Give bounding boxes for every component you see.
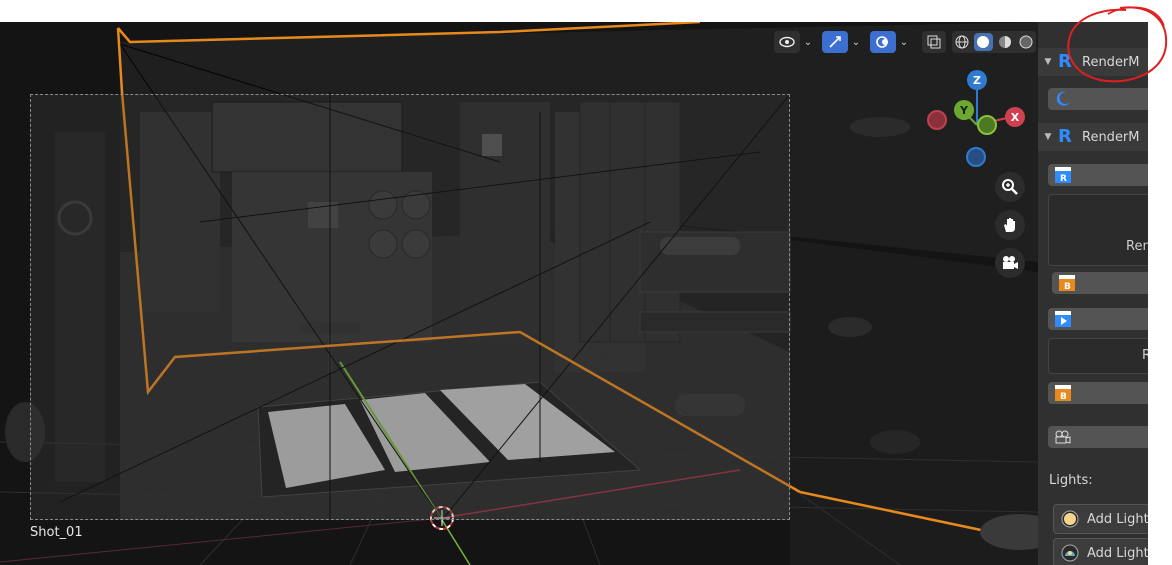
camera-view-icon[interactable]	[995, 248, 1025, 278]
renderman-logo-icon: R	[1058, 126, 1072, 147]
preview-render-button[interactable]	[1048, 308, 1148, 330]
top-white-strip	[0, 0, 1172, 22]
shading-mode-group	[952, 31, 1036, 53]
svg-text:R: R	[1060, 174, 1067, 184]
render-label-truncated: Ren	[1126, 239, 1148, 254]
axis-y-icon[interactable]: Y	[954, 100, 974, 120]
viewport-camera-row[interactable]	[1048, 426, 1148, 448]
zoom-icon[interactable]	[995, 172, 1025, 202]
collapse-triangle-icon[interactable]: ▼	[1038, 57, 1058, 67]
batch-render-button-2[interactable]: B	[1048, 382, 1148, 404]
lights-label: Lights:	[1049, 473, 1093, 488]
axis-z-icon[interactable]: Z	[967, 70, 987, 90]
add-light-label-1: Add Light	[1087, 511, 1148, 527]
right-white-strip	[1148, 22, 1172, 565]
add-light-label-2: Add Light	[1087, 545, 1148, 561]
render-play-clapper-icon	[1055, 311, 1071, 327]
batch-orange-clapper-icon: B	[1055, 385, 1071, 402]
camera-name-label: Shot_01	[30, 525, 83, 540]
render-blue-clapper-icon: R	[1055, 167, 1071, 184]
hand-pan-icon[interactable]	[995, 210, 1025, 240]
light-bulb-icon	[1061, 510, 1079, 528]
gizmo-icon[interactable]	[822, 31, 848, 53]
solid-shading-icon[interactable]	[973, 33, 993, 51]
add-light-button-1[interactable]: Add Light	[1053, 504, 1148, 534]
overlay-icon[interactable]	[870, 31, 896, 53]
render-ipr-button[interactable]: R	[1048, 164, 1148, 186]
3d-viewport[interactable]: Shot_01 ⌄ ⌄ ⌄ Z X Y	[0, 22, 1038, 565]
navigation-gizmo[interactable]: Z X Y	[925, 67, 1025, 167]
axis-neg-y-icon[interactable]	[977, 115, 997, 135]
batch-render-button[interactable]: B	[1052, 272, 1148, 294]
section-header-rendermanager-2[interactable]: ▼ R RenderM	[1038, 123, 1148, 151]
svg-text:B: B	[1060, 392, 1067, 402]
moon-setting-row[interactable]	[1048, 88, 1148, 110]
render-sub-box[interactable]: R	[1048, 338, 1148, 374]
batch-orange-clapper-icon: B	[1059, 275, 1075, 292]
axis-neg-z-icon[interactable]	[966, 147, 986, 167]
moon-icon	[1056, 91, 1070, 106]
camera-frame	[30, 94, 790, 520]
axis-neg-x-icon[interactable]	[927, 110, 947, 130]
wireframe-shading-icon[interactable]	[952, 33, 972, 51]
svg-text:B: B	[1064, 282, 1071, 292]
render-options-box: Ren	[1048, 194, 1148, 266]
section-title-2: RenderM	[1082, 129, 1140, 145]
visibility-icon[interactable]	[774, 31, 800, 53]
render-manager-sidebar: ▼ R RenderM ▼ R RenderM R Ren B R B Ligh…	[1038, 22, 1148, 565]
red-circle-annotation	[1067, 6, 1168, 83]
chevron-down-icon[interactable]: ⌄	[800, 37, 816, 48]
collapse-triangle-icon[interactable]: ▼	[1038, 132, 1058, 142]
material-shading-icon[interactable]	[995, 33, 1015, 51]
dome-light-icon	[1061, 544, 1079, 562]
camera-outline-icon	[1055, 430, 1071, 444]
chevron-down-icon[interactable]: ⌄	[896, 37, 912, 48]
chevron-down-icon[interactable]: ⌄	[848, 37, 864, 48]
rendered-shading-icon[interactable]	[1017, 33, 1037, 51]
axis-x-icon[interactable]: X	[1005, 107, 1025, 127]
viewport-header-tools: ⌄ ⌄ ⌄ ⌄ ⌄	[774, 30, 1038, 54]
xray-icon[interactable]	[922, 31, 946, 53]
add-light-button-2[interactable]: Add Light	[1053, 538, 1148, 565]
